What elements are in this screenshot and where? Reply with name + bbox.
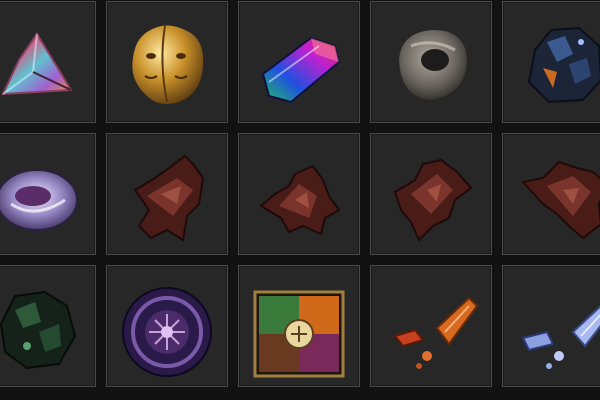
inventory-slot[interactable] [502,1,600,123]
inventory-slot[interactable] [106,265,228,387]
inventory-slot[interactable] [238,133,360,255]
dark-red-fragment-icon [521,160,600,240]
inventory-slot[interactable] [238,1,360,123]
dark-blue-ore-icon [527,26,600,104]
inventory-slot[interactable] [106,133,228,255]
dark-red-fragment-icon [259,164,341,236]
orange-crystal-shards-icon [393,296,479,369]
inventory-slot[interactable] [0,133,96,255]
dark-red-fragment-icon [393,158,473,242]
purple-rune-disc-icon [122,287,212,377]
inventory-slot[interactable] [0,265,96,387]
inventory-slot[interactable] [106,1,228,123]
inventory-slot[interactable] [370,1,492,123]
inventory-slot[interactable] [502,265,600,387]
inventory-slot[interactable] [502,133,600,255]
four-quadrant-emblem-icon [253,290,345,378]
golden-twin-face-idol-icon [132,25,204,104]
inventory-grid [0,1,600,387]
grey-stone-ring-icon [399,30,467,100]
prismatic-shard-icon [1,32,73,96]
inventory-slot[interactable] [370,265,492,387]
silver-violet-orb-icon [0,169,78,231]
inventory-slot[interactable] [238,265,360,387]
inventory-slot[interactable] [370,133,492,255]
inventory-slot[interactable] [0,1,96,123]
rainbow-crystal-icon [261,36,341,104]
pale-blue-crystal-shards-icon [521,305,600,369]
dark-green-ore-icon [0,290,77,370]
dark-red-fragment-icon [133,154,205,242]
